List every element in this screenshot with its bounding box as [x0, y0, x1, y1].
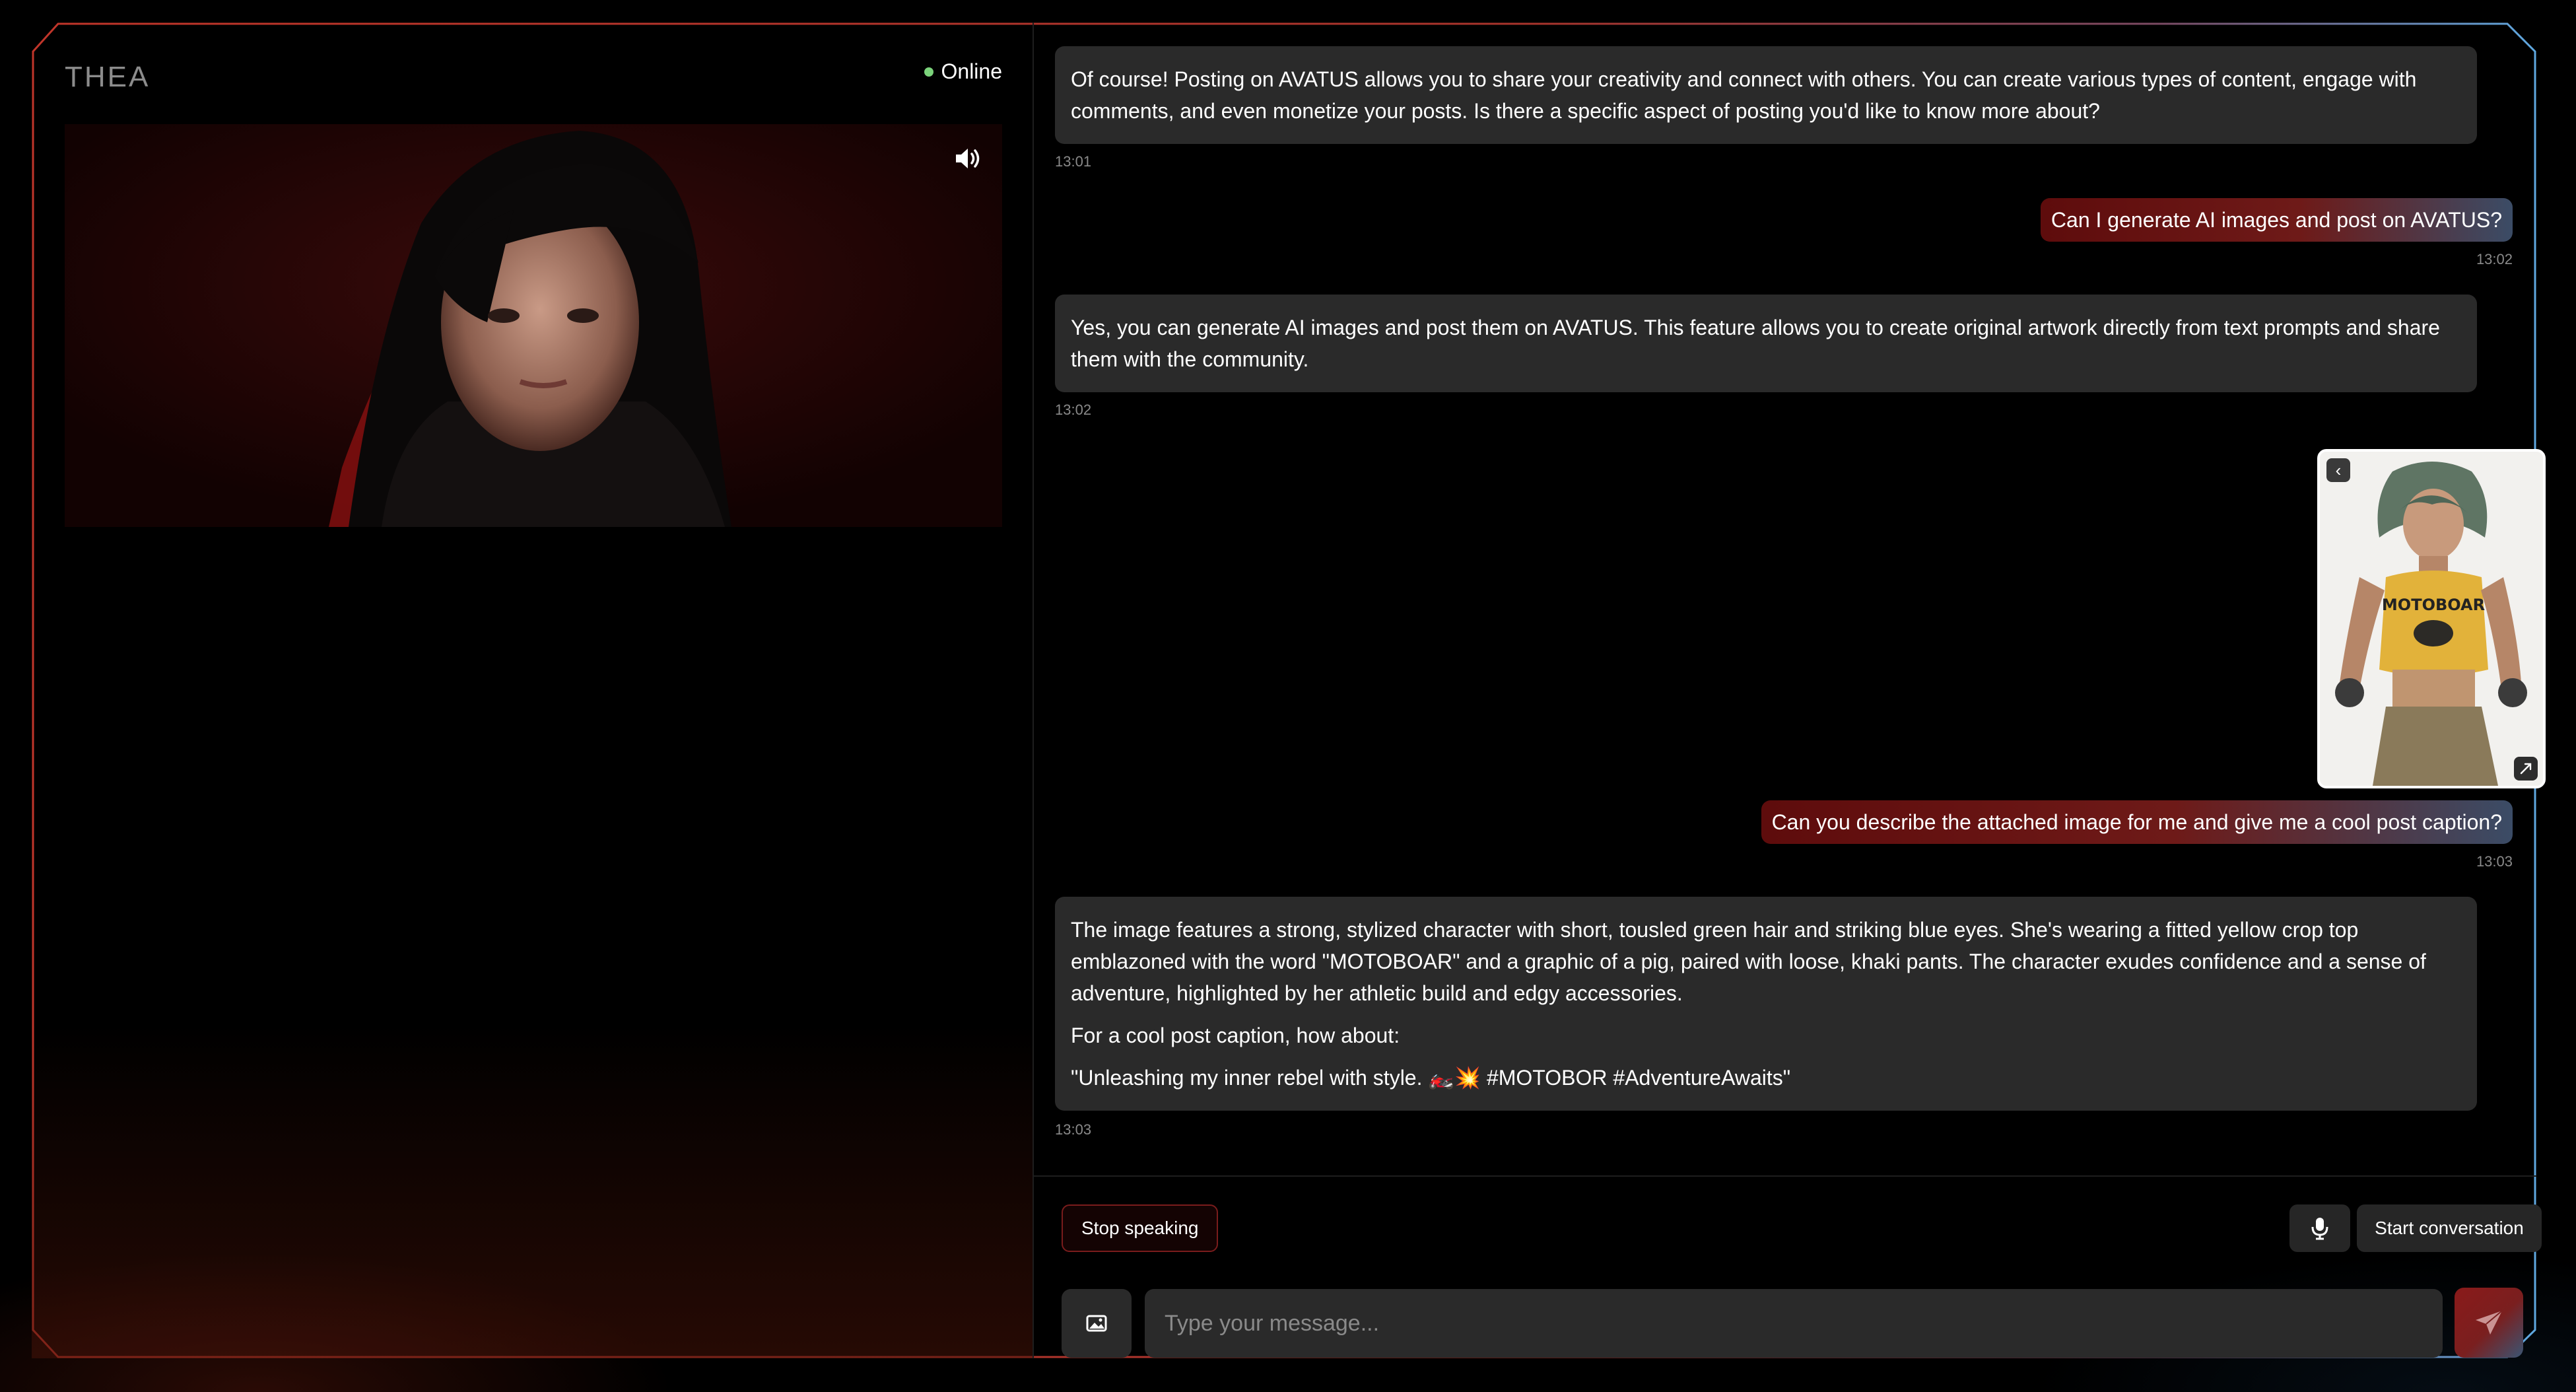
message-text: The image features a strong, stylized ch…	[1071, 918, 2426, 1005]
ai-message: Yes, you can generate AI images and post…	[1055, 295, 2477, 392]
image-icon	[1086, 1315, 1107, 1332]
speaker-button[interactable]	[952, 143, 984, 174]
message-text: Yes, you can generate AI images and post…	[1071, 316, 2440, 371]
composer: Stop speaking Start conversation	[1034, 1175, 2542, 1360]
message-text: For a cool post caption, how about:	[1071, 1024, 1400, 1047]
avatar-video	[65, 124, 1002, 527]
send-icon	[2476, 1310, 2503, 1335]
message-list[interactable]: Of course! Posting on AVATUS allows you …	[1034, 22, 2546, 1175]
message-timestamp: 13:03	[1055, 1121, 1092, 1138]
speaker-icon	[956, 149, 980, 168]
image-upload-button[interactable]	[1062, 1289, 1132, 1358]
message-text: "Unleashing my inner rebel with style. 🏍…	[1071, 1066, 1791, 1090]
user-message: Can you describe the attached image for …	[1761, 800, 2513, 844]
start-conversation-button[interactable]: Start conversation	[2357, 1204, 2542, 1252]
message-text: Of course! Posting on AVATUS allows you …	[1071, 67, 2417, 123]
shirt-text: MOTOBOAR	[2382, 596, 2485, 614]
app-window: THEA Online Of course! Posting on AVATUS…	[0, 0, 2576, 1392]
user-message: Can I generate AI images and post on AVA…	[2040, 198, 2513, 242]
chat-panel: Of course! Posting on AVATUS allows you …	[1034, 22, 2546, 1360]
chevron-left-icon[interactable]: ‹	[2326, 458, 2350, 482]
message-timestamp: 13:02	[1055, 401, 1092, 418]
avatar-portrait	[65, 124, 1002, 527]
microphone-button[interactable]	[2289, 1204, 2350, 1252]
message-input[interactable]	[1145, 1289, 2443, 1358]
avatar-panel: THEA Online	[32, 22, 1034, 1358]
online-dot-icon	[924, 67, 933, 77]
ai-message: The image features a strong, stylized ch…	[1055, 897, 2477, 1111]
message-timestamp: 13:03	[2476, 853, 2513, 870]
online-status: Online	[924, 59, 1003, 84]
expand-icon[interactable]	[2514, 757, 2538, 781]
send-button[interactable]	[2455, 1288, 2523, 1358]
main-frame: THEA Online Of course! Posting on AVATUS…	[32, 22, 2546, 1360]
ai-message: Of course! Posting on AVATUS allows you …	[1055, 46, 2477, 144]
attached-image[interactable]: MOTOBOAR ‹	[2317, 449, 2546, 788]
microphone-icon	[2311, 1218, 2328, 1240]
stop-speaking-button[interactable]: Stop speaking	[1062, 1204, 1219, 1252]
message-timestamp: 13:02	[2476, 251, 2513, 267]
app-logo: THEA	[65, 61, 151, 93]
status-label: Online	[941, 59, 1003, 83]
message-timestamp: 13:01	[1055, 153, 1092, 170]
attached-image-art: MOTOBOAR	[2320, 452, 2543, 786]
